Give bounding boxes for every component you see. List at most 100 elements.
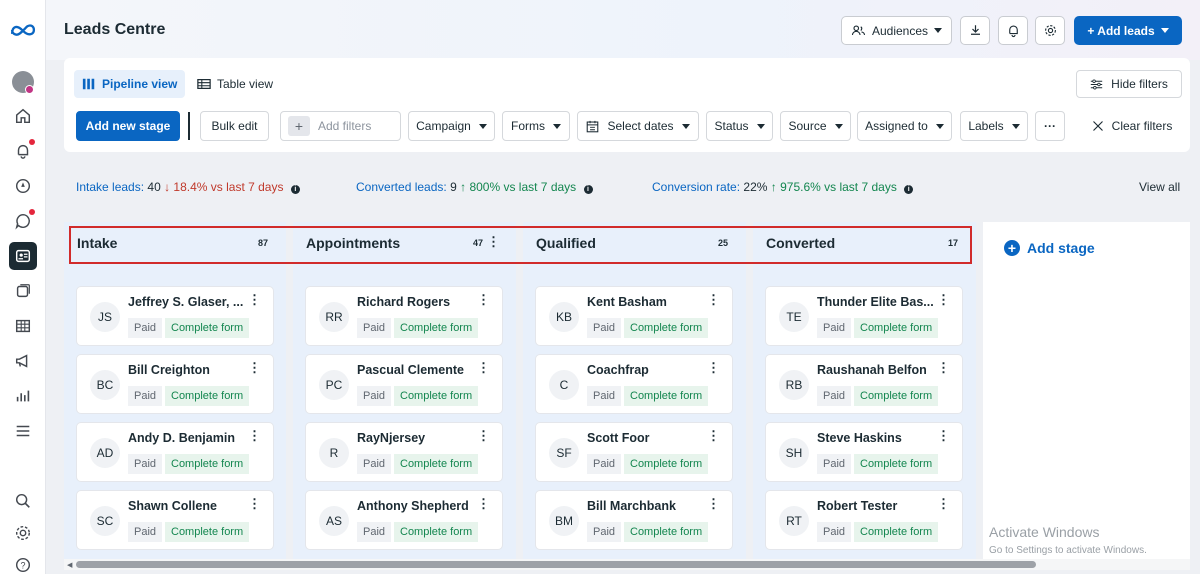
lead-name[interactable]: Kent Basham	[587, 295, 711, 309]
lead-card[interactable]: AS Anthony Shepherd ⋮ Paid Complete form	[305, 490, 503, 550]
lead-name[interactable]: RayNjersey	[357, 431, 481, 445]
lead-name[interactable]: Bill Creighton	[128, 363, 252, 377]
lead-card[interactable]: RT Robert Tester ⋮ Paid Complete form	[765, 490, 963, 550]
more-vertical-icon[interactable]: ⋮	[477, 361, 490, 374]
lead-card[interactable]: PC Pascual Clemente ⋮ Paid Complete form	[305, 354, 503, 414]
settings-button[interactable]	[1035, 16, 1065, 45]
more-vertical-icon[interactable]: ⋮	[248, 293, 261, 306]
tab-table-view[interactable]: Table view	[189, 70, 281, 98]
avatar: BC	[90, 370, 120, 400]
lead-card[interactable]: TE Thunder Elite Bas... ⋮ Paid Complete …	[765, 286, 963, 346]
avatar[interactable]	[9, 68, 37, 96]
lead-name[interactable]: Richard Rogers	[357, 295, 481, 309]
forms-dropdown[interactable]: Forms	[502, 111, 570, 141]
lead-card[interactable]: R RayNjersey ⋮ Paid Complete form	[305, 422, 503, 482]
avatar: JS	[90, 302, 120, 332]
more-vertical-icon[interactable]: ⋮	[937, 361, 950, 374]
settings-icon[interactable]	[9, 519, 37, 547]
intake-change: ↓ 18.4% vs last 7 days	[164, 180, 284, 194]
status-dropdown[interactable]: Status	[706, 111, 773, 141]
lead-name[interactable]: Scott Foor	[587, 431, 711, 445]
audiences-dropdown[interactable]: Audiences	[841, 16, 952, 45]
lead-name[interactable]: Coachfrap	[587, 363, 711, 377]
messages-icon[interactable]	[9, 207, 37, 235]
search-icon[interactable]	[9, 487, 37, 515]
help-icon[interactable]: ?	[9, 551, 37, 574]
more-vertical-icon[interactable]: ⋮	[937, 429, 950, 442]
campaign-dropdown[interactable]: Campaign	[408, 111, 495, 141]
lead-name[interactable]: Andy D. Benjamin	[128, 431, 252, 445]
bell-button[interactable]	[998, 16, 1028, 45]
lead-name[interactable]: Bill Marchbank	[587, 499, 711, 513]
info-icon[interactable]: i	[290, 185, 300, 194]
info-icon[interactable]: i	[904, 185, 914, 194]
avatar: C	[549, 370, 579, 400]
hide-filters-button[interactable]: Hide filters	[1076, 70, 1182, 98]
tab-pipeline-view[interactable]: Pipeline view	[74, 70, 186, 98]
bulk-edit-button[interactable]: Bulk edit	[200, 111, 269, 141]
lead-card[interactable]: SF Scott Foor ⋮ Paid Complete form	[535, 422, 733, 482]
stage-column-intake: Intake 87 JS Jeffrey S. Glaser, ... ⋮ Pa…	[64, 222, 286, 562]
status-tag: Complete form	[394, 454, 479, 474]
lead-card[interactable]: SH Steve Haskins ⋮ Paid Complete form	[765, 422, 963, 482]
labels-dropdown[interactable]: Labels	[960, 111, 1028, 141]
lead-card[interactable]: C Coachfrap ⋮ Paid Complete form	[535, 354, 733, 414]
download-button[interactable]	[960, 16, 990, 45]
leads-centre-icon[interactable]	[9, 242, 37, 270]
select-dates-dropdown[interactable]: Select dates	[577, 111, 699, 141]
lead-card[interactable]: RB Raushanah Belfon ⋮ Paid Complete form	[765, 354, 963, 414]
more-vertical-icon[interactable]: ⋮	[707, 361, 720, 374]
lead-card[interactable]: BC Bill Creighton ⋮ Paid Complete form	[76, 354, 274, 414]
lead-name[interactable]: Thunder Elite Bas...	[817, 295, 941, 309]
insights-icon[interactable]	[9, 382, 37, 410]
menu-icon[interactable]	[9, 417, 37, 445]
more-vertical-icon[interactable]: ⋮	[248, 429, 261, 442]
lead-card[interactable]: SC Shawn Collene ⋮ Paid Complete form	[76, 490, 274, 550]
assigned-to-dropdown[interactable]: Assigned to	[857, 111, 952, 141]
clear-filters-button[interactable]: Clear filters	[1078, 111, 1186, 141]
lead-card[interactable]: BM Bill Marchbank ⋮ Paid Complete form	[535, 490, 733, 550]
home-icon[interactable]	[9, 102, 37, 130]
megaphone-icon[interactable]	[9, 347, 37, 375]
meta-logo-icon[interactable]	[9, 16, 37, 44]
table-icon[interactable]	[9, 312, 37, 340]
lead-name[interactable]: Robert Tester	[817, 499, 941, 513]
horizontal-scrollbar[interactable]: ◀	[64, 559, 1190, 570]
scroll-left-icon[interactable]: ◀	[67, 561, 72, 569]
lead-name[interactable]: Pascual Clemente	[357, 363, 481, 377]
lead-card[interactable]: AD Andy D. Benjamin ⋮ Paid Complete form	[76, 422, 274, 482]
scrollbar-thumb[interactable]	[76, 561, 1036, 568]
status-tag: Complete form	[165, 522, 250, 542]
add-leads-button[interactable]: + Add leads	[1074, 16, 1182, 45]
info-icon[interactable]: i	[583, 185, 593, 194]
lead-card[interactable]: RR Richard Rogers ⋮ Paid Complete form	[305, 286, 503, 346]
more-vertical-icon[interactable]: ⋮	[937, 293, 950, 306]
source-tag: Paid	[128, 318, 163, 338]
lead-card[interactable]: KB Kent Basham ⋮ Paid Complete form	[535, 286, 733, 346]
more-vertical-icon[interactable]: ⋮	[477, 293, 490, 306]
more-filters-button[interactable]: ···	[1035, 111, 1065, 141]
lead-name[interactable]: Anthony Shepherd	[357, 499, 481, 513]
pages-icon[interactable]	[9, 277, 37, 305]
add-filters-input[interactable]: + Add filters	[280, 111, 401, 141]
add-new-stage-button[interactable]: Add new stage	[76, 111, 180, 141]
more-vertical-icon[interactable]: ⋮	[248, 497, 261, 510]
lead-name[interactable]: Shawn Collene	[128, 499, 252, 513]
more-vertical-icon[interactable]: ⋮	[937, 497, 950, 510]
more-vertical-icon[interactable]: ⋮	[707, 293, 720, 306]
more-vertical-icon[interactable]: ⋮	[707, 429, 720, 442]
more-vertical-icon[interactable]: ⋮	[707, 497, 720, 510]
lead-name[interactable]: Jeffrey S. Glaser, ...	[128, 295, 252, 309]
view-all-link[interactable]: View all	[1139, 180, 1180, 194]
lead-card[interactable]: JS Jeffrey S. Glaser, ... ⋮ Paid Complet…	[76, 286, 274, 346]
lead-name[interactable]: Raushanah Belfon	[817, 363, 941, 377]
more-vertical-icon[interactable]: ⋮	[477, 429, 490, 442]
notifications-icon[interactable]	[9, 137, 37, 165]
more-vertical-icon[interactable]: ⋮	[477, 497, 490, 510]
source-dropdown[interactable]: Source	[780, 111, 851, 141]
lead-name[interactable]: Steve Haskins	[817, 431, 941, 445]
add-stage-button[interactable]: + Add stage	[1004, 240, 1095, 256]
avatar: SC	[90, 506, 120, 536]
compass-icon[interactable]	[9, 172, 37, 200]
more-vertical-icon[interactable]: ⋮	[248, 361, 261, 374]
